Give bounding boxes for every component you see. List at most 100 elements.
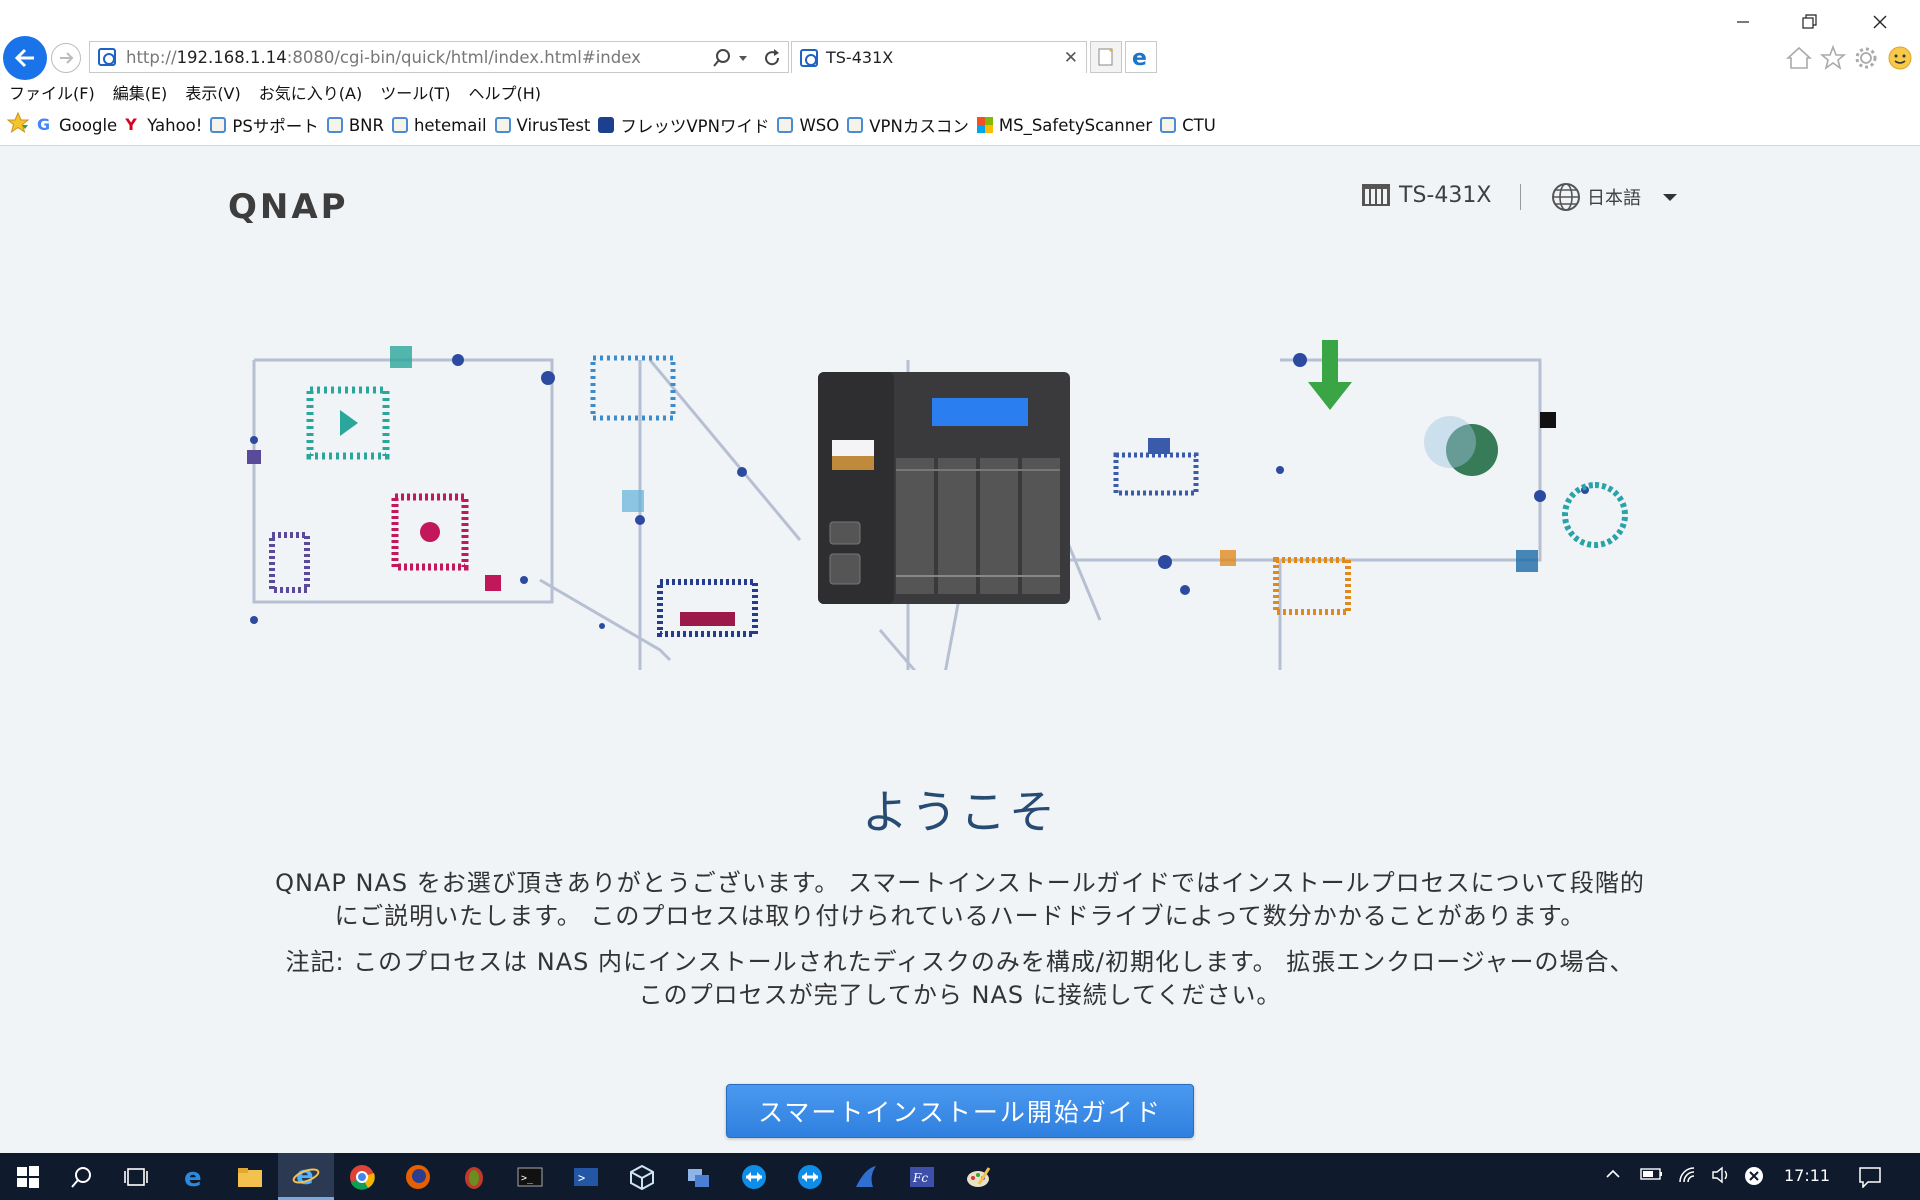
note-paragraph: 注記: このプロセスは NAS 内にインストールされたディスクのみを構成/初期化…	[210, 946, 1710, 1012]
site-favicon-icon	[800, 48, 818, 67]
taskbar-chrome[interactable]	[334, 1153, 390, 1200]
add-favorite-star-icon[interactable]	[6, 111, 30, 138]
cube-icon	[630, 1164, 654, 1190]
taskbar-wireshark[interactable]	[838, 1153, 894, 1200]
fav-ms-safety-scanner[interactable]: MS_SafetyScanner	[976, 116, 1152, 135]
fav-yahoo[interactable]: Y Yahoo!	[125, 116, 202, 135]
wifi-icon[interactable]	[1678, 1166, 1698, 1188]
model-indicator: TS-431X	[1361, 182, 1491, 208]
menu-tools[interactable]: ツール(T)	[371, 80, 459, 104]
shark-fin-icon	[856, 1165, 876, 1187]
paint-palette-icon	[967, 1166, 991, 1187]
fav-ps-support[interactable]: PSサポート	[210, 113, 319, 137]
taskbar-firefox[interactable]	[390, 1153, 446, 1200]
taskbar-terminal[interactable]: >_	[502, 1153, 558, 1200]
task-view-icon	[124, 1167, 148, 1186]
fav-wso[interactable]: WSO	[777, 116, 839, 135]
fav-hetemail[interactable]: hetemail	[391, 116, 487, 135]
chevron-down-icon[interactable]	[738, 46, 748, 70]
svg-text:e: e	[184, 1164, 202, 1190]
taskbar-app-beetle[interactable]	[446, 1153, 502, 1200]
taskbar-virtualbox[interactable]	[614, 1153, 670, 1200]
address-bar[interactable]: http://192.168.1.14:8080/cgi-bin/quick/h…	[89, 41, 789, 73]
fav-vpn-cascon[interactable]: VPNカスコン	[847, 113, 969, 137]
terminal-icon: >_	[517, 1167, 543, 1186]
intro-line-1: QNAP NAS をお選び頂きありがとうございます。 スマートインストールガイド…	[275, 869, 1645, 897]
refresh-icon[interactable]	[762, 46, 782, 70]
close-icon[interactable]	[1850, 6, 1910, 38]
menu-help[interactable]: ヘルプ(H)	[459, 80, 550, 104]
fav-virustest[interactable]: VirusTest	[494, 116, 590, 135]
svg-text:e: e	[1132, 46, 1147, 68]
nas-device-illustration	[818, 372, 1070, 604]
favorites-star-icon[interactable]	[1819, 44, 1847, 72]
menu-view[interactable]: 表示(V)	[176, 80, 249, 104]
url-text[interactable]: http://192.168.1.14:8080/cgi-bin/quick/h…	[126, 48, 641, 67]
smiley-icon[interactable]	[1886, 44, 1914, 72]
menu-edit[interactable]: 編集(E)	[104, 80, 177, 104]
arrow-left-icon	[14, 48, 34, 68]
arrow-right-icon	[60, 52, 74, 64]
edge-icon: e	[1132, 46, 1147, 68]
new-tab-button[interactable]	[1090, 41, 1122, 73]
taskbar-powershell[interactable]: >	[558, 1153, 614, 1200]
language-selector[interactable]: 日本語	[1551, 182, 1677, 212]
edge-button[interactable]: e	[1125, 41, 1157, 73]
firefox-icon	[406, 1164, 430, 1189]
web-page-icon	[1160, 117, 1177, 133]
search-icon[interactable]	[712, 46, 732, 70]
windows-logo-icon	[17, 1165, 39, 1188]
yahoo-icon: Y	[125, 115, 137, 134]
battery-icon[interactable]	[1640, 1166, 1664, 1186]
taskbar-paint[interactable]	[950, 1153, 1006, 1200]
notification-center-icon[interactable]	[1858, 1166, 1882, 1192]
tab-title: TS-431X	[826, 48, 894, 67]
taskbar-clock[interactable]: 17:11	[1784, 1166, 1830, 1185]
gear-icon[interactable]	[1852, 44, 1880, 72]
start-button[interactable]	[0, 1153, 56, 1200]
menu-file[interactable]: ファイル(F)	[0, 80, 104, 104]
minimize-icon[interactable]	[1713, 6, 1773, 38]
home-icon[interactable]	[1785, 44, 1813, 72]
welcome-heading: ようこそ	[862, 785, 1058, 839]
fav-google[interactable]: G Google	[37, 116, 117, 135]
powershell-icon: >	[574, 1167, 598, 1186]
taskbar-explorer[interactable]	[222, 1153, 278, 1200]
back-button[interactable]	[3, 36, 47, 80]
note-line-2: このプロセスが完了してから NAS に接続してください。	[638, 981, 1282, 1009]
forward-button[interactable]	[51, 43, 81, 73]
svg-text:Fc: Fc	[912, 1171, 928, 1185]
taskbar-teamviewer-1[interactable]	[726, 1153, 782, 1200]
web-page-icon	[391, 117, 408, 133]
show-hidden-icons-chevron-icon[interactable]	[1605, 1166, 1621, 1186]
qnap-logo: QNAP	[228, 187, 349, 227]
internet-explorer-icon: e	[292, 1161, 320, 1189]
edge-icon: e	[184, 1164, 202, 1190]
fav-bnr[interactable]: BNR	[326, 116, 384, 135]
taskbar-teamviewer-2[interactable]	[782, 1153, 838, 1200]
menu-favorites[interactable]: お気に入り(A)	[250, 80, 371, 104]
volume-icon[interactable]	[1711, 1166, 1731, 1188]
flets-icon	[598, 117, 615, 133]
taskbar-app-fc[interactable]: Fc	[894, 1153, 950, 1200]
fav-flets-vpn[interactable]: フレッツVPNワイド	[598, 113, 769, 137]
model-name: TS-431X	[1399, 182, 1492, 208]
search-button[interactable]	[54, 1153, 110, 1200]
start-smart-install-button[interactable]: スマートインストール開始ガイド	[726, 1084, 1194, 1138]
tab-close-icon[interactable]: ✕	[1064, 48, 1078, 68]
web-page-icon	[494, 117, 511, 133]
hero-illustration	[247, 340, 1628, 670]
svg-text:>: >	[578, 1171, 585, 1185]
task-view-button[interactable]	[108, 1153, 164, 1200]
restore-icon[interactable]	[1780, 6, 1840, 38]
taskbar-edge[interactable]: e	[166, 1153, 222, 1200]
taskbar-internet-explorer[interactable]: e	[278, 1153, 334, 1200]
network-error-icon[interactable]	[1744, 1166, 1764, 1190]
fav-ctu[interactable]: CTU	[1160, 116, 1216, 135]
globe-icon	[1552, 183, 1580, 211]
microsoft-icon	[976, 117, 993, 133]
note-line-1: 注記: このプロセスは NAS 内にインストールされたディスクのみを構成/初期化…	[285, 948, 1635, 976]
new-tab-icon	[1098, 48, 1113, 66]
tab-qnap[interactable]: TS-431X ✕	[791, 41, 1087, 73]
taskbar-network-app[interactable]	[670, 1153, 726, 1200]
